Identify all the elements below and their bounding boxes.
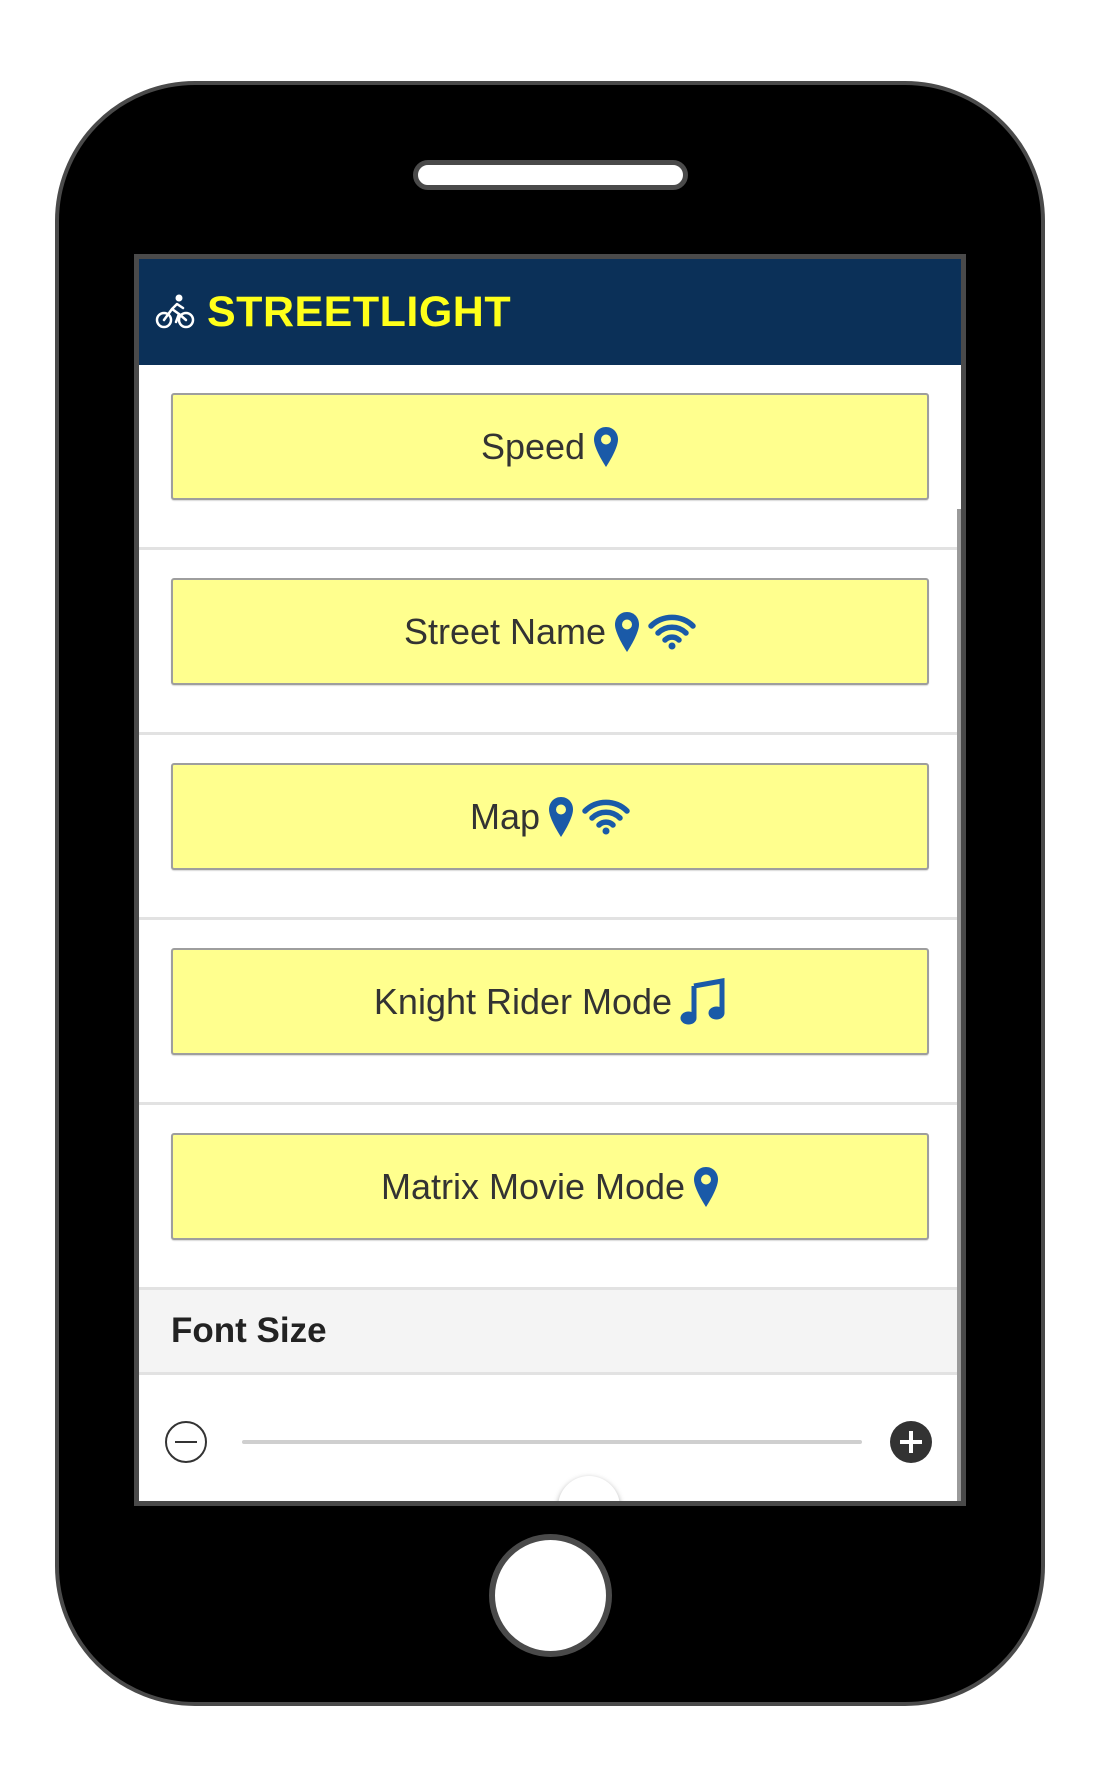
mode-label: Speed bbox=[480, 425, 586, 467]
list-item: Map bbox=[139, 735, 957, 920]
font-size-slider-row bbox=[139, 1375, 957, 1501]
matrix-movie-mode-button[interactable]: Matrix Movie Mode bbox=[171, 1133, 929, 1240]
phone-speaker bbox=[413, 160, 688, 190]
wifi-icon bbox=[582, 799, 630, 834]
list-item: Knight Rider Mode bbox=[139, 920, 957, 1105]
mode-label: Matrix Movie Mode bbox=[380, 1165, 686, 1207]
list-item: Speed bbox=[139, 365, 957, 550]
slider-thumb[interactable] bbox=[558, 1476, 621, 1501]
mode-label: Street Name bbox=[403, 610, 607, 652]
knight-rider-mode-button[interactable]: Knight Rider Mode bbox=[171, 948, 929, 1055]
street-name-button[interactable]: Street Name bbox=[171, 578, 929, 685]
list-item: Street Name bbox=[139, 550, 957, 735]
font-size-header: Font Size bbox=[139, 1290, 957, 1375]
app-header: STREETLIGHT bbox=[139, 259, 961, 365]
mode-list: Speed Street Name Map Knight Rider Mode … bbox=[139, 365, 957, 1501]
font-size-slider[interactable] bbox=[242, 1440, 862, 1501]
home-button[interactable] bbox=[489, 1534, 612, 1657]
location-pin-icon bbox=[694, 1166, 719, 1207]
scrollbar[interactable] bbox=[957, 509, 961, 1501]
wifi-icon bbox=[648, 614, 696, 649]
location-pin-icon bbox=[615, 611, 640, 652]
music-note-icon bbox=[680, 977, 725, 1024]
minus-circle-icon[interactable] bbox=[164, 1420, 208, 1464]
mode-label: Knight Rider Mode bbox=[373, 980, 673, 1022]
list-item: Matrix Movie Mode bbox=[139, 1105, 957, 1290]
bicycle-icon bbox=[155, 294, 195, 329]
location-pin-icon bbox=[594, 426, 619, 467]
location-pin-icon bbox=[549, 796, 574, 837]
section-title: Font Size bbox=[171, 1311, 327, 1350]
speed-button[interactable]: Speed bbox=[171, 393, 929, 500]
map-button[interactable]: Map bbox=[171, 763, 929, 870]
mode-label: Map bbox=[469, 795, 541, 837]
plus-circle-icon[interactable] bbox=[889, 1420, 933, 1464]
app-screen: STREETLIGHT Speed Street Name Map Knight… bbox=[134, 254, 966, 1506]
app-title: STREETLIGHT bbox=[207, 287, 512, 336]
